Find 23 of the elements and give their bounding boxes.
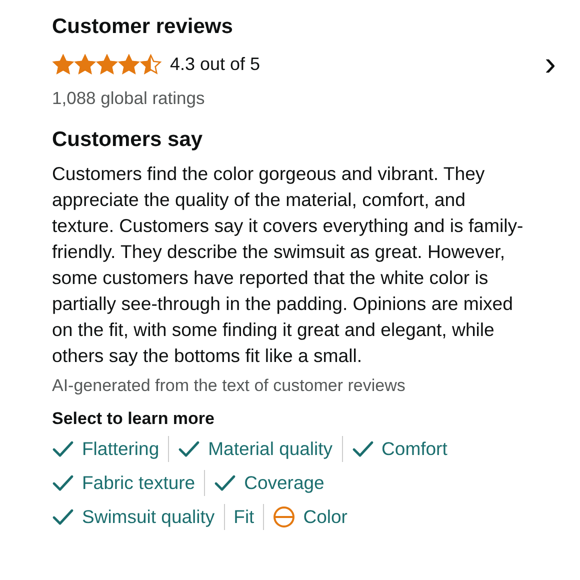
aspect-link[interactable]: Material quality (178, 436, 343, 462)
checkmark-icon (214, 474, 236, 492)
section-title: Customers say (52, 127, 204, 153)
aspect-link[interactable]: Fit (234, 504, 264, 530)
minus-circle-icon (273, 506, 296, 528)
checkmark-icon (52, 440, 74, 458)
subheading: Select to learn more (52, 408, 216, 430)
checkmark-icon (352, 440, 374, 458)
chevron-button[interactable]: › (540, 47, 560, 82)
aspect-link[interactable]: Coverage (214, 470, 334, 496)
rating-text: 4.3 out of 5 (170, 52, 260, 76)
aspect-link[interactable]: Comfort (352, 436, 456, 462)
checkmark-icon (178, 440, 200, 458)
aspect-link[interactable]: Flattering (52, 436, 170, 462)
summary-text: Customers find the color gorgeous and vibrant. They appreciate the quality of the material, comfort, and texture. Customers say it covers everything and is family-friendly. They describe the swimsuit as great. However, some customers have reported that the white color is partially see-through in the padding. Opinions are mixed on the fit, with some finding it great and elegant, while others say the bottoms fit like a small. (52, 162, 524, 368)
aspect-link[interactable]: Color (273, 504, 356, 530)
section-title: Customer reviews (52, 14, 234, 40)
aspect-link[interactable]: Swimsuit quality (52, 504, 225, 530)
ai-note: AI-generated from the text of customer reviews (52, 374, 406, 397)
ratings-count: 1,088 global ratings (52, 87, 206, 110)
aspect-link[interactable]: Fabric texture (52, 470, 206, 496)
checkmark-icon (52, 508, 74, 526)
checkmark-icon (52, 474, 74, 492)
